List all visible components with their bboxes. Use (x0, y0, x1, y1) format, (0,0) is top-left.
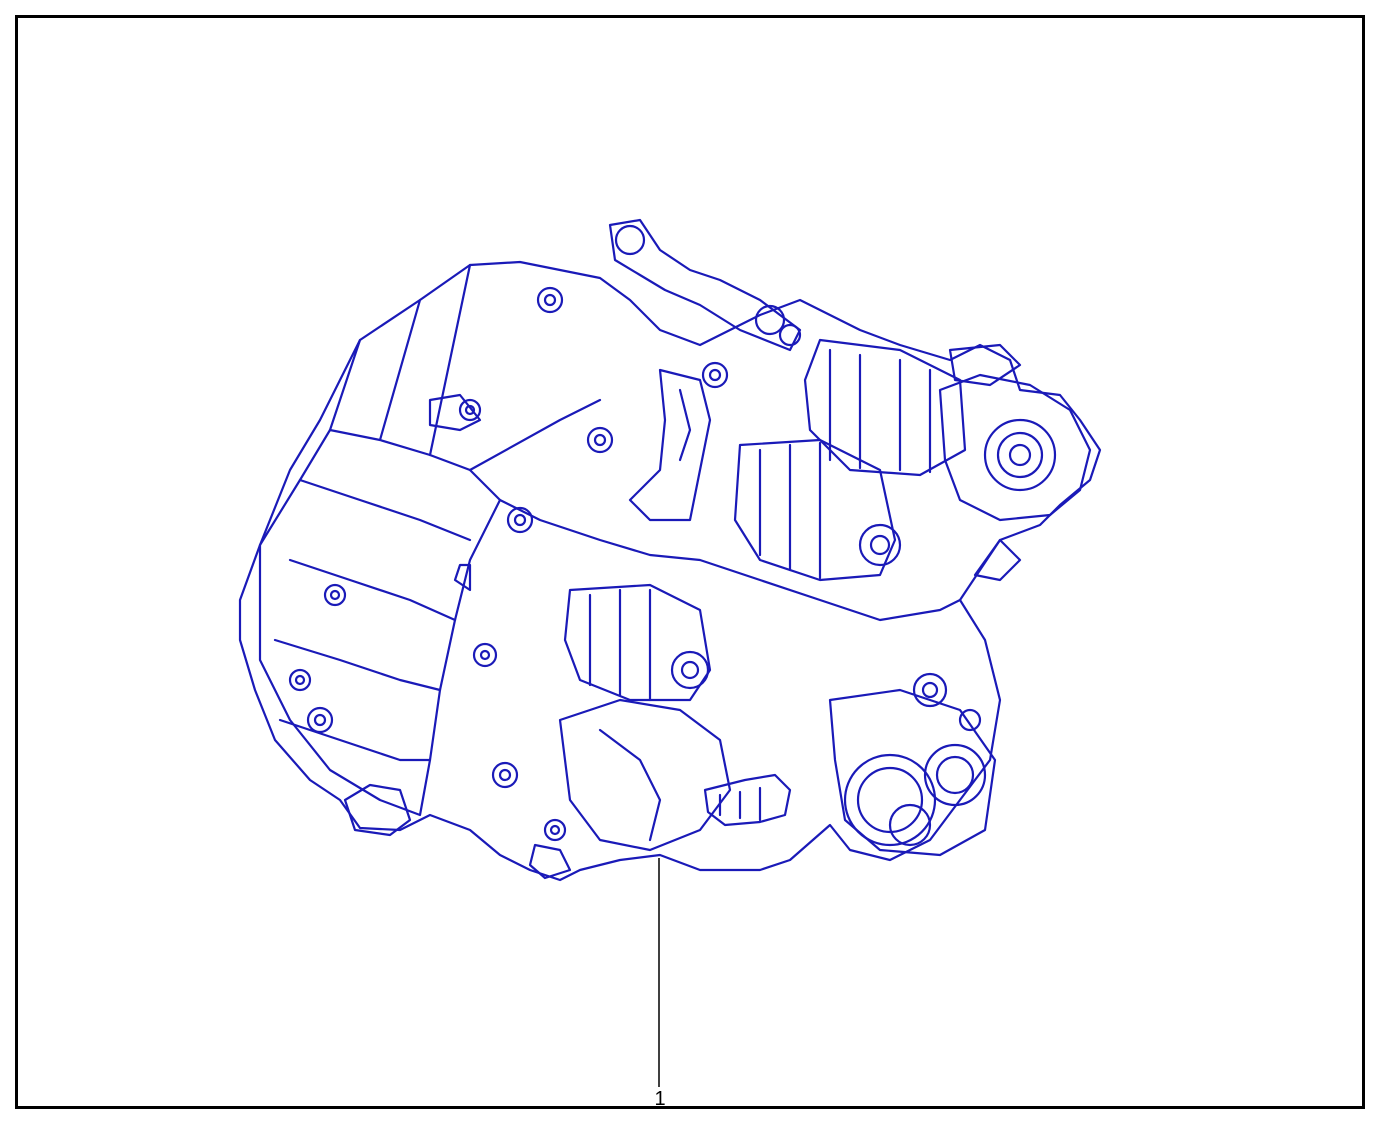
speed-sensor-connector (703, 773, 792, 827)
lower-actuator (563, 583, 712, 702)
bracket (628, 368, 712, 522)
transmission-assembly-illustration (238, 218, 1102, 1087)
callout-label-1: 1 (654, 1088, 666, 1110)
clutch-release-cylinder (608, 218, 802, 352)
bell-housing (258, 428, 502, 817)
housing-outline (238, 260, 1102, 882)
